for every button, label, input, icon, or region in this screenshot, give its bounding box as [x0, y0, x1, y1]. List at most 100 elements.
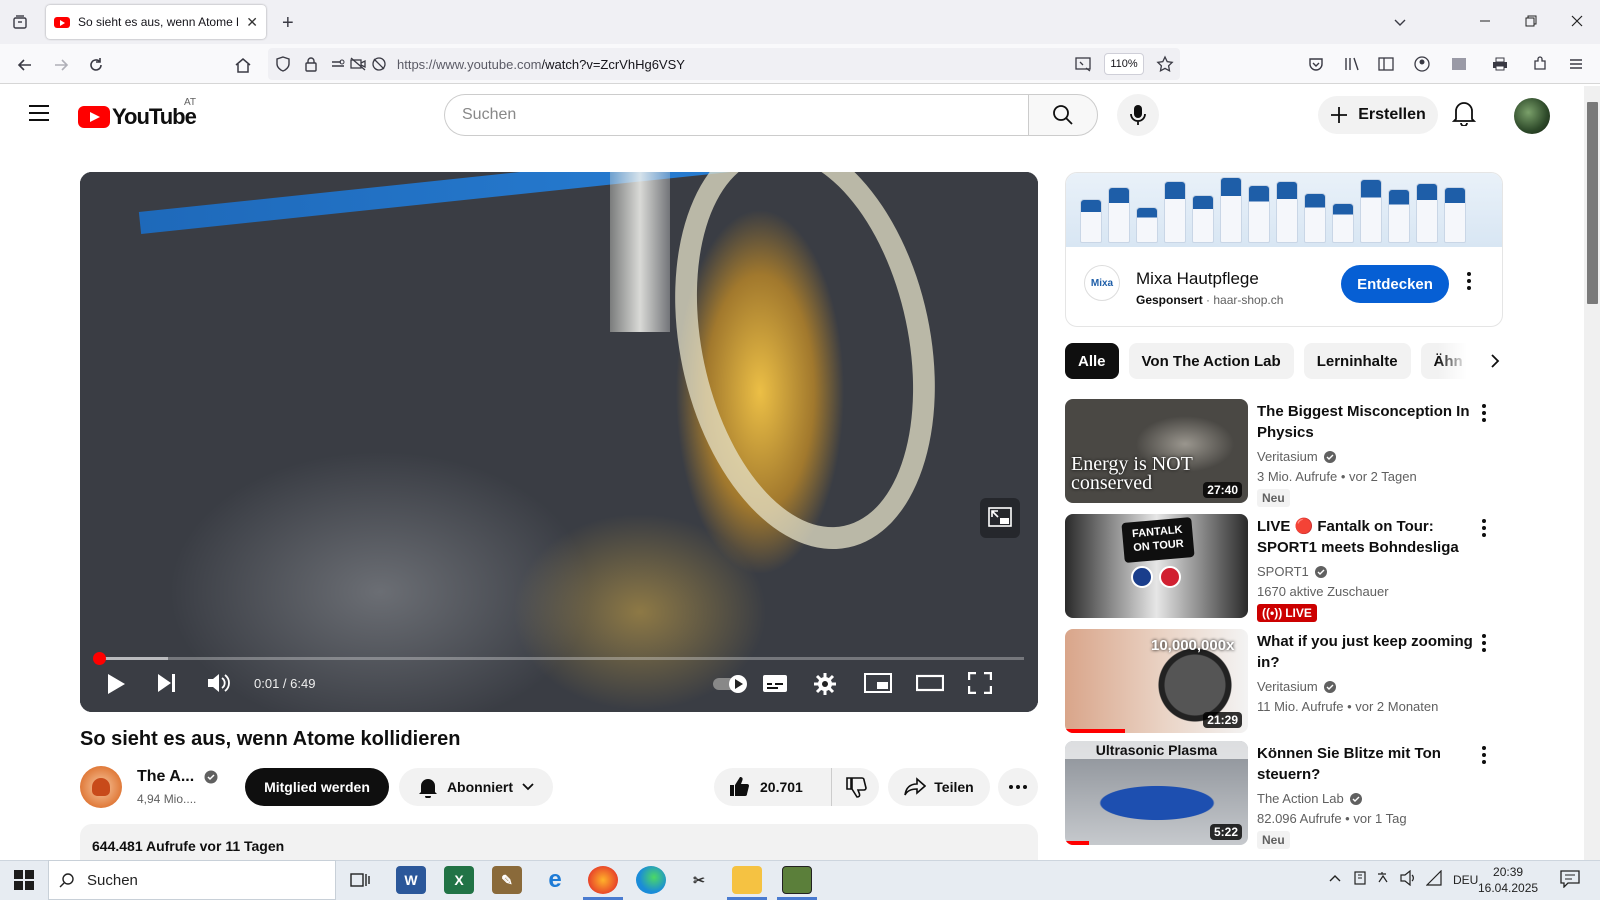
more-vert-icon[interactable]: [1481, 403, 1487, 423]
more-actions-button[interactable]: [998, 768, 1038, 806]
camera-blocked-icon[interactable]: [350, 56, 366, 72]
keyboard-language[interactable]: DEU: [1453, 873, 1478, 887]
voice-search-button[interactable]: [1117, 94, 1159, 136]
create-button[interactable]: Erstellen: [1318, 96, 1438, 134]
app-menu-icon[interactable]: [1568, 56, 1584, 72]
subtitles-icon[interactable]: [762, 672, 788, 694]
ad-title[interactable]: Mixa Hautpflege: [1136, 269, 1259, 289]
recommendation-channel[interactable]: SPORT1: [1257, 564, 1327, 579]
url-text[interactable]: https://www.youtube.com/watch?v=ZcrVhHg6…: [397, 57, 685, 72]
video-thumbnail[interactable]: Energy is NOT conserved 27:40: [1065, 399, 1248, 503]
play-icon[interactable]: [106, 672, 126, 696]
chip-learning[interactable]: Lerninhalte: [1303, 343, 1411, 379]
image-editor-app-icon[interactable]: ✎: [492, 866, 522, 894]
ad-cta-button[interactable]: Entdecken: [1341, 265, 1449, 303]
excel-app-icon[interactable]: X: [444, 866, 474, 894]
sponsored-ad-card[interactable]: Mixa Mixa Hautpflege Gesponsert · haar-s…: [1065, 172, 1503, 327]
autoplay-blocked-icon[interactable]: [371, 56, 387, 72]
recommendation-item[interactable]: 10,000,000x 21:29 What if you just keep …: [1065, 629, 1505, 733]
chip-from-channel[interactable]: Von The Action Lab: [1128, 343, 1294, 379]
tracking-shield-icon[interactable]: [275, 56, 291, 72]
search-button[interactable]: [1028, 94, 1098, 136]
video-progress-bar[interactable]: [92, 652, 1024, 665]
recommendation-title[interactable]: The Biggest Misconception In Physics: [1257, 401, 1475, 443]
channel-name[interactable]: The A...: [137, 768, 194, 786]
fullscreen-icon[interactable]: [968, 672, 992, 694]
word-app-icon[interactable]: W: [396, 866, 426, 894]
video-thumbnail[interactable]: Ultrasonic Plasma 5:22: [1065, 741, 1248, 845]
autoplay-toggle[interactable]: [712, 674, 750, 694]
youtube-logo[interactable]: YouTube: [78, 104, 197, 130]
chips-next-button[interactable]: [1438, 343, 1503, 379]
more-vert-icon[interactable]: [1481, 633, 1487, 653]
video-thumbnail[interactable]: 10,000,000x 21:29: [1065, 629, 1248, 733]
reload-icon[interactable]: [87, 56, 105, 74]
reader-view-icon[interactable]: [1075, 56, 1093, 72]
recommendation-item[interactable]: Ultrasonic Plasma 5:22 Können Sie Blitze…: [1065, 741, 1505, 849]
extension-icon[interactable]: [1451, 56, 1467, 72]
new-tab-icon[interactable]: +: [282, 12, 294, 35]
join-membership-button[interactable]: Mitglied werden: [245, 768, 389, 806]
volume-icon[interactable]: [206, 672, 232, 694]
tray-overflow-chevron-icon[interactable]: [1328, 872, 1342, 884]
recommendation-channel[interactable]: The Action Lab: [1257, 791, 1362, 806]
recommendation-item[interactable]: Energy is NOT conserved 27:40 The Bigges…: [1065, 399, 1505, 507]
ad-more-icon[interactable]: [1466, 271, 1472, 291]
recommendation-title[interactable]: Können Sie Blitze mit Ton steuern?: [1257, 743, 1475, 785]
network-adapter-icon[interactable]: [1352, 870, 1368, 886]
windows-start-icon[interactable]: [14, 870, 34, 890]
browser-tab-active[interactable]: So sieht es aus, wenn Atome ko ✕: [46, 5, 266, 39]
search-input[interactable]: [462, 100, 1022, 130]
recommendation-channel[interactable]: Veritasium: [1257, 449, 1336, 464]
next-video-icon[interactable]: [156, 672, 178, 694]
tab-overflow-chevron-icon[interactable]: [1392, 14, 1408, 30]
extensions-puzzle-icon[interactable]: [1532, 56, 1548, 72]
tab-list-icon[interactable]: [12, 14, 28, 30]
wifi-icon[interactable]: [1426, 870, 1442, 886]
lock-icon[interactable]: [303, 56, 319, 72]
ad-banner-image[interactable]: [1066, 173, 1502, 247]
theater-mode-icon[interactable]: [916, 672, 944, 694]
description-box[interactable]: 644.481 Aufrufe vor 11 Tagen: [80, 824, 1038, 864]
close-window-icon[interactable]: [1570, 14, 1584, 28]
bookmark-star-icon[interactable]: [1156, 55, 1174, 73]
more-vert-icon[interactable]: [1481, 518, 1487, 538]
dislike-button[interactable]: [832, 776, 879, 798]
settings-gear-icon[interactable]: [813, 672, 837, 696]
recommendation-title[interactable]: LIVE 🔴 Fantalk on Tour: SPORT1 meets Boh…: [1257, 516, 1475, 558]
print-icon[interactable]: [1492, 56, 1508, 72]
library-icon[interactable]: [1344, 56, 1360, 72]
file-explorer-icon[interactable]: [732, 866, 762, 894]
taskbar-clock[interactable]: 20:39 16.04.2025: [1478, 864, 1538, 896]
subscribed-button[interactable]: Abonniert: [399, 768, 553, 806]
share-button[interactable]: Teilen: [888, 768, 990, 806]
sidebar-toggle-icon[interactable]: [1378, 56, 1394, 72]
pocket-icon[interactable]: [1308, 56, 1324, 72]
language-input-icon[interactable]: [1376, 870, 1392, 886]
close-tab-icon[interactable]: ✕: [246, 14, 258, 31]
hamburger-menu-icon[interactable]: [28, 104, 50, 122]
media-app-icon[interactable]: [782, 866, 812, 894]
miniplayer-overlay-icon[interactable]: [980, 498, 1020, 538]
firefox-app-icon[interactable]: [588, 866, 618, 894]
video-thumbnail[interactable]: FANTALK ON TOUR: [1065, 514, 1248, 618]
account-icon[interactable]: [1414, 56, 1430, 72]
video-player[interactable]: 0:01 / 6:49: [80, 172, 1038, 712]
recommendation-item[interactable]: FANTALK ON TOUR LIVE 🔴 Fantalk on Tour: …: [1065, 514, 1505, 622]
recommendation-title[interactable]: What if you just keep zooming in?: [1257, 631, 1475, 673]
restore-window-icon[interactable]: [1524, 14, 1538, 28]
chip-all[interactable]: Alle: [1065, 343, 1119, 379]
notifications-bell-icon[interactable]: [1452, 100, 1476, 126]
notification-center-icon[interactable]: [1560, 870, 1580, 888]
snipping-tool-icon[interactable]: ✂: [684, 866, 714, 894]
forward-icon[interactable]: [52, 56, 70, 74]
like-button[interactable]: 20.701: [714, 768, 832, 806]
edge-app-icon[interactable]: [636, 866, 666, 894]
taskbar-search[interactable]: Suchen: [48, 860, 336, 900]
speaker-icon[interactable]: [1400, 870, 1418, 886]
scrollbar-thumb[interactable]: [1587, 102, 1598, 304]
miniplayer-icon[interactable]: [864, 672, 892, 694]
channel-avatar[interactable]: [80, 766, 122, 808]
ad-logo[interactable]: Mixa: [1084, 265, 1120, 301]
user-avatar[interactable]: [1514, 98, 1550, 134]
